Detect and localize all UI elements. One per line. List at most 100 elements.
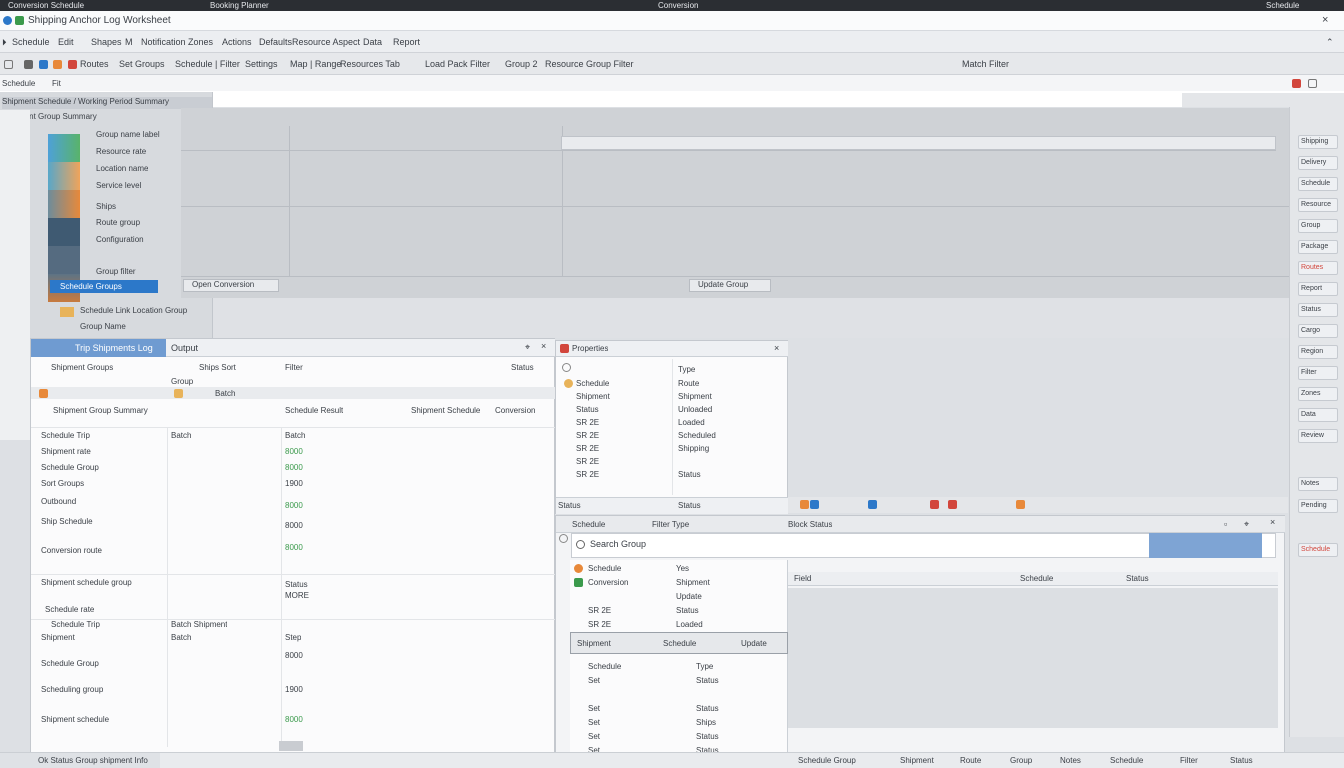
st-orange-icon[interactable] (800, 500, 809, 509)
rail-item-12[interactable]: Zones (1298, 387, 1338, 401)
dialog2-row-3-v[interactable]: Ships (696, 718, 716, 727)
prop-row-6-v[interactable]: Shipping (678, 444, 709, 453)
status-item-2[interactable]: Group (1010, 756, 1032, 765)
rail-item-3[interactable]: Resource (1298, 198, 1338, 212)
update-group-button[interactable]: Update Group (689, 279, 771, 292)
panel-pin-icon[interactable]: ⌖ (525, 342, 530, 353)
dialog-col-schedule[interactable]: Schedule (1020, 574, 1053, 583)
status-item-4[interactable]: Schedule (1110, 756, 1143, 765)
prop-row-2-v[interactable]: Shipment (678, 392, 712, 401)
left-item-7[interactable]: Group filter (96, 267, 136, 276)
tab-trip-shipments[interactable]: Trip Shipments Log (31, 339, 166, 357)
properties-close-icon[interactable]: × (774, 343, 779, 353)
rail-item-1[interactable]: Delivery (1298, 156, 1338, 170)
prop-row-3-v[interactable]: Unloaded (678, 405, 712, 414)
left-item-6[interactable]: Configuration (96, 235, 144, 244)
left-item-1[interactable]: Resource rate (96, 147, 146, 156)
col-status[interactable]: Status (511, 363, 534, 372)
rail-item-5[interactable]: Package (1298, 240, 1338, 254)
toolbar-routes[interactable]: Routes (80, 59, 109, 69)
tab-output[interactable]: Output (171, 343, 198, 353)
toolbar-set-groups[interactable]: Set Groups (119, 59, 165, 69)
dialog-pin-icon[interactable]: ⌖ (1244, 519, 1249, 530)
rail-item-10[interactable]: Region (1298, 345, 1338, 359)
status-item-0[interactable]: Shipment (900, 756, 934, 765)
dialog-col-field[interactable]: Field (794, 574, 811, 583)
toolbar-group[interactable]: Group 2 (505, 59, 538, 69)
orange-icon[interactable] (53, 60, 62, 69)
col-shipment-groups[interactable]: Shipment Groups (51, 363, 113, 372)
dialog2-row-1-v[interactable]: Status (696, 676, 719, 685)
menu-item-report[interactable]: Report (393, 37, 420, 47)
dialog2-row-4-v[interactable]: Status (696, 732, 719, 741)
radio-icon[interactable] (562, 363, 571, 372)
status-item-3[interactable]: Notes (1060, 756, 1081, 765)
dialog-radio-icon[interactable] (559, 534, 568, 543)
dialog-shipment-button[interactable]: Shipment (577, 639, 611, 648)
left-footer-button[interactable]: Schedule Groups (50, 280, 158, 293)
st-route-icon[interactable] (868, 500, 877, 509)
toolbar-resources[interactable]: Resources Tab (340, 59, 400, 69)
left-item-5[interactable]: Route group (96, 218, 140, 227)
dialog-update-button[interactable]: Update (741, 639, 767, 648)
st-warning-icon[interactable] (1016, 500, 1025, 509)
toolbar-map[interactable]: Map | Range (290, 59, 341, 69)
prop-row-1-v[interactable]: Route (678, 379, 699, 388)
rail-item-6[interactable]: Routes (1298, 261, 1338, 275)
grid-input[interactable] (561, 136, 1276, 150)
tab-schedule[interactable]: Schedule (2, 79, 35, 88)
prop-row-4-v[interactable]: Loaded (678, 418, 705, 427)
status-item-1[interactable]: Route (960, 756, 981, 765)
rail-item-11[interactable]: Filter (1298, 366, 1338, 380)
left-item-2[interactable]: Location name (96, 164, 148, 173)
left-item-3[interactable]: Service level (96, 181, 141, 190)
menu-item-aspect[interactable]: Resource Aspect (292, 37, 360, 47)
prop-row-5-v[interactable]: Scheduled (678, 431, 716, 440)
dialog-row-0-v[interactable]: Yes (676, 564, 689, 573)
status-item-5[interactable]: Filter (1180, 756, 1198, 765)
st-red-icon[interactable] (930, 500, 939, 509)
dialog-col-status[interactable]: Status (1126, 574, 1149, 583)
st-alert-icon[interactable] (948, 500, 957, 509)
prop-row-0-v[interactable]: Type (678, 365, 695, 374)
tab-close-icon[interactable] (1292, 79, 1301, 88)
dialog2-row-2-v[interactable]: Status (696, 704, 719, 713)
left-item-0[interactable]: Group name label (96, 130, 160, 139)
rail-item-0[interactable]: Shipping (1298, 135, 1338, 149)
toolbar-match-filter[interactable]: Match Filter (962, 59, 1009, 69)
toolbar-load-pack[interactable]: Load Pack Filter (425, 59, 490, 69)
left-item-4[interactable]: Ships (96, 202, 116, 211)
status-item-6[interactable]: Status (1230, 756, 1253, 765)
rail-item-2[interactable]: Schedule (1298, 177, 1338, 191)
rail-item-16[interactable]: Pending (1298, 499, 1338, 513)
rail-item-13[interactable]: Data (1298, 408, 1338, 422)
menu-item-edit[interactable]: Edit (58, 37, 74, 47)
rail-item-14[interactable]: Review (1298, 429, 1338, 443)
pause-icon[interactable] (24, 60, 33, 69)
dialog-schedule-button[interactable]: Schedule (663, 639, 696, 648)
red-icon[interactable] (68, 60, 77, 69)
dialog2-row-0-v[interactable]: Type (696, 662, 713, 671)
menu-item-defaults[interactable]: Defaults (259, 37, 292, 47)
rail-item-8[interactable]: Status (1298, 303, 1338, 317)
dialog-row-2-v[interactable]: Update (676, 592, 702, 601)
toolbar-filter[interactable]: Schedule | Filter (175, 59, 240, 69)
menu-item-m[interactable]: M (125, 37, 133, 47)
expand-icon[interactable]: ⌃ (1326, 37, 1334, 48)
col-ships-sort[interactable]: Ships Sort (199, 363, 236, 372)
rail-item-15[interactable]: Notes (1298, 477, 1338, 491)
dialog-close-icon[interactable]: × (1270, 517, 1275, 527)
menu-item-schedule[interactable]: Schedule (12, 37, 50, 47)
collapse-icon[interactable]: ⏵ (2, 37, 7, 48)
panel-close-icon[interactable]: × (541, 341, 546, 351)
tab-fit[interactable]: Fit (52, 79, 61, 88)
back-icon[interactable] (4, 60, 13, 69)
col-filter[interactable]: Filter (285, 363, 303, 372)
rail-item-4[interactable]: Group (1298, 219, 1338, 233)
rail-item-17[interactable]: Schedule (1298, 543, 1338, 557)
menu-item-data[interactable]: Data (363, 37, 382, 47)
menu-item-actions[interactable]: Actions (222, 37, 252, 47)
toolbar-settings[interactable]: Settings (245, 59, 278, 69)
dialog-row-4-v[interactable]: Loaded (676, 620, 703, 629)
tab-restore-icon[interactable] (1308, 79, 1317, 88)
